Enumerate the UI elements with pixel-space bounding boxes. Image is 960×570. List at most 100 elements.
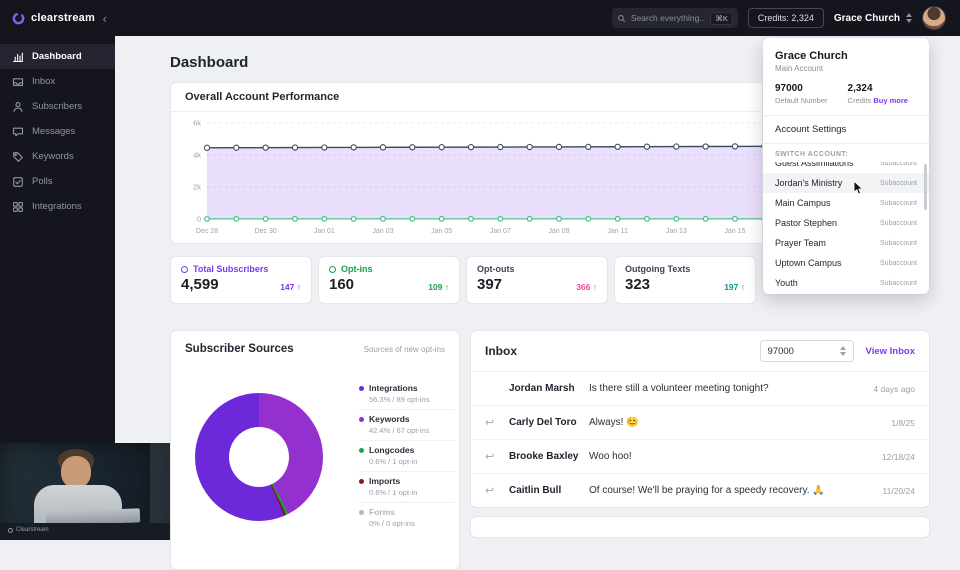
stat-value: 160 xyxy=(329,277,354,292)
view-inbox-link[interactable]: View Inbox xyxy=(866,346,915,357)
webcam-overlay: Clearstream xyxy=(0,443,170,540)
subaccount-tag: Subaccount xyxy=(880,180,917,187)
legend-dot-icon xyxy=(359,386,364,391)
reply-arrow-icon: ↩ xyxy=(485,416,509,429)
sources-donut-chart xyxy=(195,393,323,521)
inbox-card: Inbox 97000 View Inbox Jordan Marsh Is t… xyxy=(470,330,930,508)
switch-account-label: SWITCH ACCOUNT: xyxy=(763,144,929,162)
legend-item: Integrations 56.3% / 89 opt-ins xyxy=(359,379,455,410)
stat-card: Opt-ins 160 109 ↑ xyxy=(318,256,460,304)
sidebar-collapse-icon[interactable]: ‹ xyxy=(103,12,107,25)
subaccount-item[interactable]: Uptown Campus Subaccount xyxy=(763,253,929,273)
messages-icon xyxy=(12,126,24,138)
message-sender: Caitlin Bull xyxy=(509,485,589,496)
inbox-message-row[interactable]: Jordan Marsh Is there still a volunteer … xyxy=(471,371,929,405)
account-menu-name: Grace Church xyxy=(775,50,917,62)
reply-arrow-icon: ↩ xyxy=(485,484,509,497)
svg-text:Jan 13: Jan 13 xyxy=(666,228,687,235)
svg-text:Jan 01: Jan 01 xyxy=(314,228,335,235)
legend-item: Keywords 42.4% / 67 opt-ins xyxy=(359,410,455,441)
svg-text:0: 0 xyxy=(197,215,201,224)
legend-value: 42.4% / 67 opt-ins xyxy=(369,426,455,435)
inbox-number-select[interactable]: 97000 xyxy=(760,340,854,362)
legend-value: 0.6% / 1 opt-in xyxy=(369,488,455,497)
subaccount-item[interactable]: Youth Subaccount xyxy=(763,273,929,293)
account-settings-link[interactable]: Account Settings xyxy=(763,116,929,143)
subaccount-tag: Subaccount xyxy=(880,280,917,287)
subaccount-tag: Subaccount xyxy=(880,200,917,207)
inbox-message-row[interactable]: ↩ Brooke Baxley Woo hoo! 12/18/24 xyxy=(471,439,929,473)
subscriber-sources-card: Subscriber Sources Sources of new opt-in… xyxy=(170,330,460,570)
sources-subtitle: Sources of new opt-ins xyxy=(364,345,445,354)
stat-ring-icon xyxy=(181,266,188,273)
account-menu: Grace Church Main Account 97000 Default … xyxy=(763,38,929,294)
message-date: 1/8/25 xyxy=(891,418,915,428)
sidebar-item-subscribers[interactable]: Subscribers xyxy=(0,94,115,119)
credits-button[interactable]: Credits: 2,324 xyxy=(748,8,824,28)
subaccount-item[interactable]: Guest Assimilations Subaccount xyxy=(763,162,929,173)
sidebar-item-messages[interactable]: Messages xyxy=(0,119,115,144)
stat-ring-icon xyxy=(329,266,336,273)
avatar[interactable] xyxy=(922,6,946,30)
clearstream-logo-icon xyxy=(8,528,13,533)
legend-value: 0% / 0 opt-ins xyxy=(369,519,455,528)
legend-value: 56.3% / 89 opt-ins xyxy=(369,395,455,404)
presenter-face xyxy=(61,456,91,488)
buy-more-link[interactable]: Buy more xyxy=(873,96,908,105)
subaccount-tag: Subaccount xyxy=(880,240,917,247)
stat-change: 109 ↑ xyxy=(428,282,449,292)
subaccount-item[interactable]: Jordan's Ministry Subaccount xyxy=(763,173,929,193)
account-switcher[interactable]: Grace Church xyxy=(834,13,912,24)
polls-icon xyxy=(12,176,24,188)
stat-value: 397 xyxy=(477,277,502,292)
brand: clearstream ‹ xyxy=(0,12,115,25)
message-text: Always! 😊 xyxy=(589,417,881,428)
inbox-title: Inbox xyxy=(485,344,517,358)
search-input[interactable] xyxy=(631,13,705,23)
brand-name: clearstream xyxy=(31,12,95,24)
sources-legend: Integrations 56.3% / 89 opt-ins Keywords… xyxy=(359,379,455,533)
subaccount-list: Guest Assimilations Subaccount Jordan's … xyxy=(763,162,929,294)
subaccount-tag: Subaccount xyxy=(880,162,917,167)
sidebar-item-dashboard[interactable]: Dashboard xyxy=(0,44,115,69)
stat-card: Total Subscribers 4,599 147 ↑ xyxy=(170,256,312,304)
sidebar-item-integrations[interactable]: Integrations xyxy=(0,194,115,219)
sidebar-item-polls[interactable]: Polls xyxy=(0,169,115,194)
legend-item: Imports 0.6% / 1 opt-in xyxy=(359,472,455,503)
legend-dot-icon xyxy=(359,510,364,515)
stat-change: 366 ↑ xyxy=(576,282,597,292)
chevron-updown-icon xyxy=(840,346,846,356)
sidebar-item-keywords[interactable]: Keywords xyxy=(0,144,115,169)
search-box[interactable]: ⌘K xyxy=(612,8,738,28)
svg-text:6k: 6k xyxy=(193,119,201,128)
subaccount-item[interactable]: Main Campus Subaccount xyxy=(763,193,929,213)
dashboard-icon xyxy=(12,51,24,63)
svg-text:Jan 15: Jan 15 xyxy=(724,228,745,235)
sources-title: Subscriber Sources xyxy=(185,343,294,355)
scrollbar-thumb[interactable] xyxy=(924,164,927,210)
clearstream-logo-icon xyxy=(12,12,25,25)
subaccount-item[interactable]: Pastor Stephen Subaccount xyxy=(763,213,929,233)
stat-change: 197 ↑ xyxy=(724,282,745,292)
subscribers-icon xyxy=(12,101,24,113)
sidebar-nav: Dashboard Inbox Subscribers Messages Key… xyxy=(0,36,115,219)
inbox-message-row[interactable]: ↩ Carly Del Toro Always! 😊 1/8/25 xyxy=(471,405,929,439)
stat-card: Opt-outs 397 366 ↑ xyxy=(466,256,608,304)
stat-value: 323 xyxy=(625,277,650,292)
subaccount-item[interactable]: Prayer Team Subaccount xyxy=(763,233,929,253)
stat-change: 147 ↑ xyxy=(280,282,301,292)
sidebar-item-inbox[interactable]: Inbox xyxy=(0,69,115,94)
legend-dot-icon xyxy=(359,448,364,453)
clearstream-watermark: Clearstream xyxy=(8,527,49,533)
legend-item: Forms 0% / 0 opt-ins xyxy=(359,503,455,533)
legend-item: Longcodes 0.6% / 1 opt-in xyxy=(359,441,455,472)
credits-value: 2,324 xyxy=(848,83,908,94)
inbox-message-row[interactable]: ↩ Caitlin Bull Of course! We'll be prayi… xyxy=(471,473,929,507)
integrations-icon xyxy=(12,201,24,213)
message-text: Is there still a volunteer meeting tonig… xyxy=(589,383,863,394)
message-sender: Jordan Marsh xyxy=(509,383,589,394)
legend-dot-icon xyxy=(359,417,364,422)
default-number-label: Default Number xyxy=(775,96,828,105)
svg-text:Jan 07: Jan 07 xyxy=(490,228,511,235)
message-text: Of course! We'll be praying for a speedy… xyxy=(589,485,873,496)
